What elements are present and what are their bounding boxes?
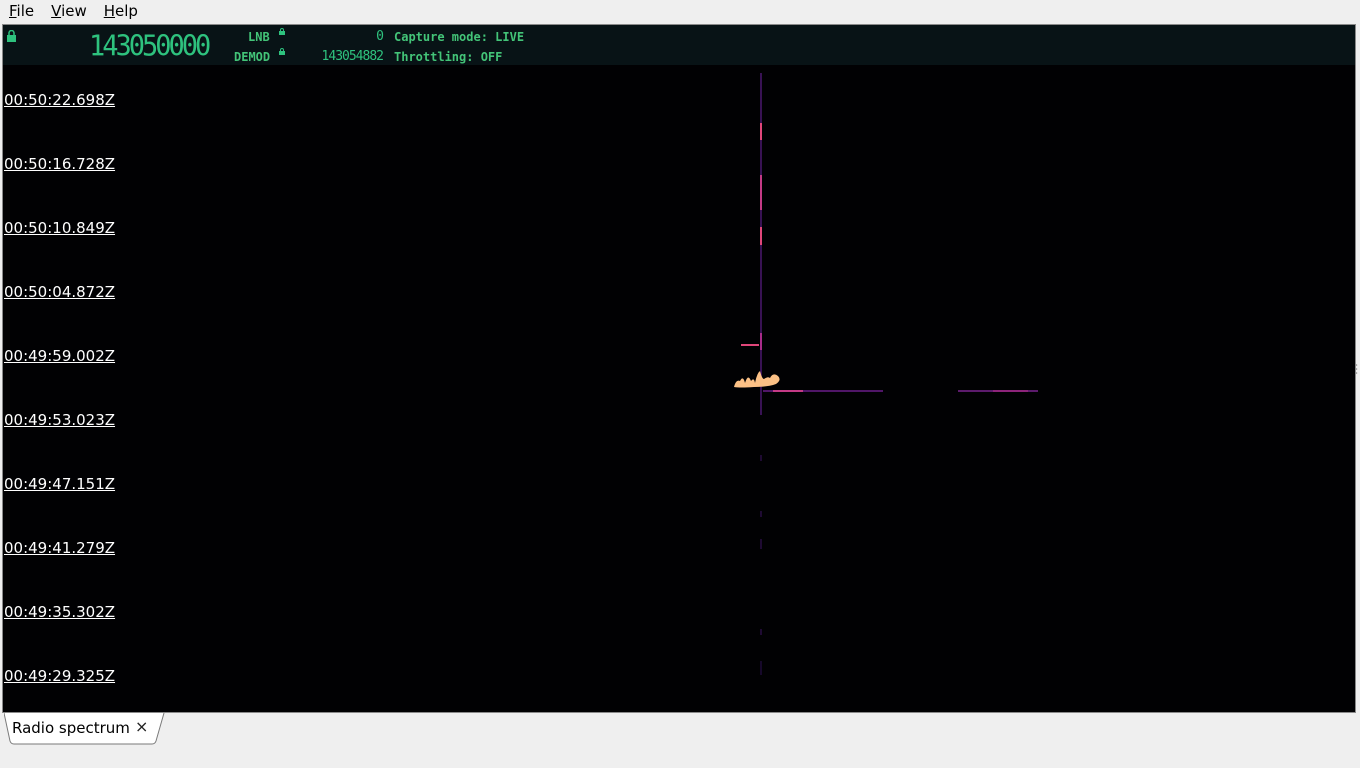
menu-help-mnemonic: H [103,2,116,20]
timestamp-row-4[interactable]: 00:50:04.872Z [4,284,115,301]
demod-frequency[interactable]: 143054882 [303,50,384,64]
throttling-status: Throttling: OFF [394,50,503,64]
timestamp-row-3[interactable]: 00:50:10.849Z [4,220,115,237]
tuner-header: 143050000 LNB 0 DEMOD 143054882 Capture … [3,25,1355,65]
menu-bar: File View Help [0,0,1360,23]
timestamp-row-1[interactable]: 00:50:22.698Z [4,92,115,109]
timestamp-row-9[interactable]: 00:49:35.302Z [4,604,115,621]
capture-mode-status: Capture mode: LIVE [394,30,525,44]
timestamp-row-5[interactable]: 00:49:59.002Z [4,348,115,365]
spectrum-display[interactable]: 143050000 LNB 0 DEMOD 143054882 Capture … [2,24,1356,713]
demod-label: DEMOD [234,50,271,64]
menu-file-label: ile [16,2,35,20]
lnb-value[interactable]: 0 [303,30,384,44]
timestamp-row-2[interactable]: 00:50:16.728Z [4,156,115,173]
demod-lock-icon[interactable] [279,48,285,55]
tab-label: Radio spectrum [12,719,130,737]
menu-file-mnemonic: F [9,2,17,20]
menu-view-label: iew [61,2,87,20]
lock-icon[interactable] [6,30,17,43]
tab-bar: Radio spectrum × [0,713,1360,768]
lnb-label: LNB [248,30,270,44]
tab-radio-spectrum[interactable]: Radio spectrum × [4,713,165,745]
menu-view[interactable]: View [42,1,95,22]
timestamp-row-10[interactable]: 00:49:29.325Z [4,668,115,685]
timestamp-row-8[interactable]: 00:49:41.279Z [4,540,115,557]
waterfall-plot[interactable] [3,65,1355,713]
timestamp-row-7[interactable]: 00:49:47.151Z [4,476,115,493]
signal-hotspot [734,371,780,388]
menu-help-label: elp [115,2,138,20]
menu-help[interactable]: Help [95,1,146,22]
menu-file[interactable]: File [0,1,42,22]
pane-resize-handle[interactable] [1355,363,1358,375]
main-frequency-display[interactable]: 143050000 [89,31,211,63]
timestamp-row-6[interactable]: 00:49:53.023Z [4,412,115,429]
close-icon[interactable]: × [135,718,148,736]
lnb-lock-icon[interactable] [279,28,285,35]
menu-view-mnemonic: V [51,2,62,20]
